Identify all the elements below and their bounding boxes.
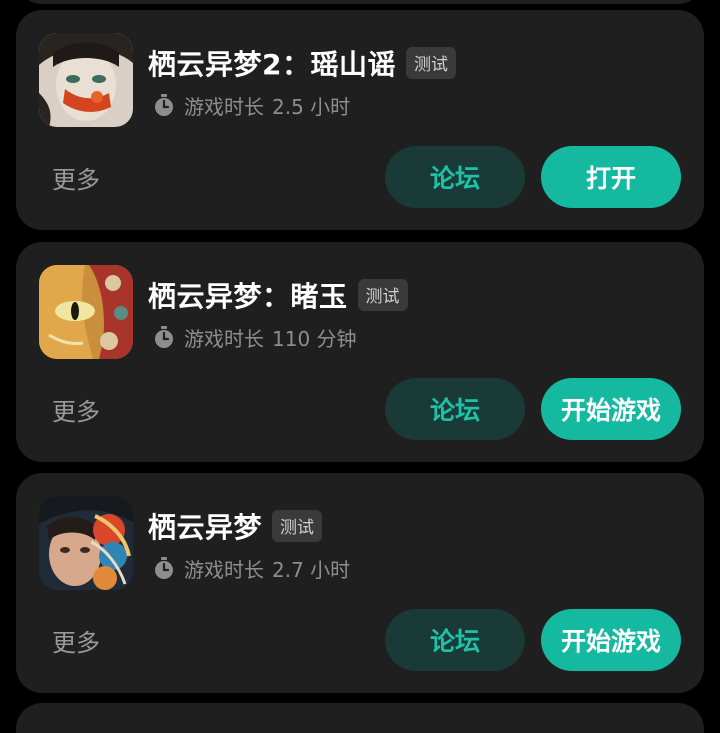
start-game-button[interactable]: 开始游戏 (541, 378, 681, 440)
stopwatch-icon (155, 94, 173, 116)
forum-button[interactable]: 论坛 (385, 609, 525, 671)
previous-card-edge (16, 0, 704, 4)
playtime-label: 游戏时长 (184, 326, 264, 351)
more-link[interactable]: 更多 (52, 623, 100, 658)
test-badge: 测试 (272, 510, 323, 542)
game-cover-icon[interactable] (39, 496, 133, 590)
game-title: 栖云异梦：睹玉 (148, 280, 348, 313)
playtime-value: 2.5 小时 (272, 94, 351, 119)
game-card: 栖云异梦2：瑶山谣 测试 游戏时长 2.5 小时 更多 论坛 打开 (16, 10, 704, 230)
forum-button[interactable]: 论坛 (385, 378, 525, 440)
forum-button[interactable]: 论坛 (385, 146, 525, 208)
title-row: 栖云异梦 测试 (148, 506, 323, 546)
game-card: 栖云异梦：睹玉 测试 游戏时长 110 分钟 更多 论坛 开始游戏 (16, 242, 704, 462)
title-row: 栖云异梦2：瑶山谣 测试 (148, 43, 456, 83)
game-cover-icon[interactable] (39, 33, 133, 127)
next-card-edge (16, 703, 704, 733)
start-game-button[interactable]: 开始游戏 (541, 609, 681, 671)
playtime-row: 游戏时长 2.5 小时 (152, 90, 350, 120)
game-card: 栖云异梦 测试 游戏时长 2.7 小时 更多 论坛 开始游戏 (16, 473, 704, 693)
playtime-row: 游戏时长 110 分钟 (152, 322, 357, 352)
playtime-label: 游戏时长 (184, 94, 264, 119)
more-link[interactable]: 更多 (52, 160, 100, 195)
test-badge: 测试 (357, 279, 408, 311)
test-badge: 测试 (405, 47, 456, 79)
playtime-label: 游戏时长 (184, 557, 264, 582)
playtime-row: 游戏时长 2.7 小时 (152, 553, 350, 583)
playtime-value: 110 分钟 (272, 326, 357, 351)
title-row: 栖云异梦：睹玉 测试 (148, 275, 408, 315)
game-title: 栖云异梦2：瑶山谣 (148, 48, 396, 81)
stopwatch-icon (155, 557, 173, 579)
playtime-value: 2.7 小时 (272, 557, 351, 582)
game-cover-icon[interactable] (39, 265, 133, 359)
open-button[interactable]: 打开 (541, 146, 681, 208)
game-title: 栖云异梦 (148, 511, 263, 544)
more-link[interactable]: 更多 (52, 392, 100, 427)
stopwatch-icon (155, 326, 173, 348)
